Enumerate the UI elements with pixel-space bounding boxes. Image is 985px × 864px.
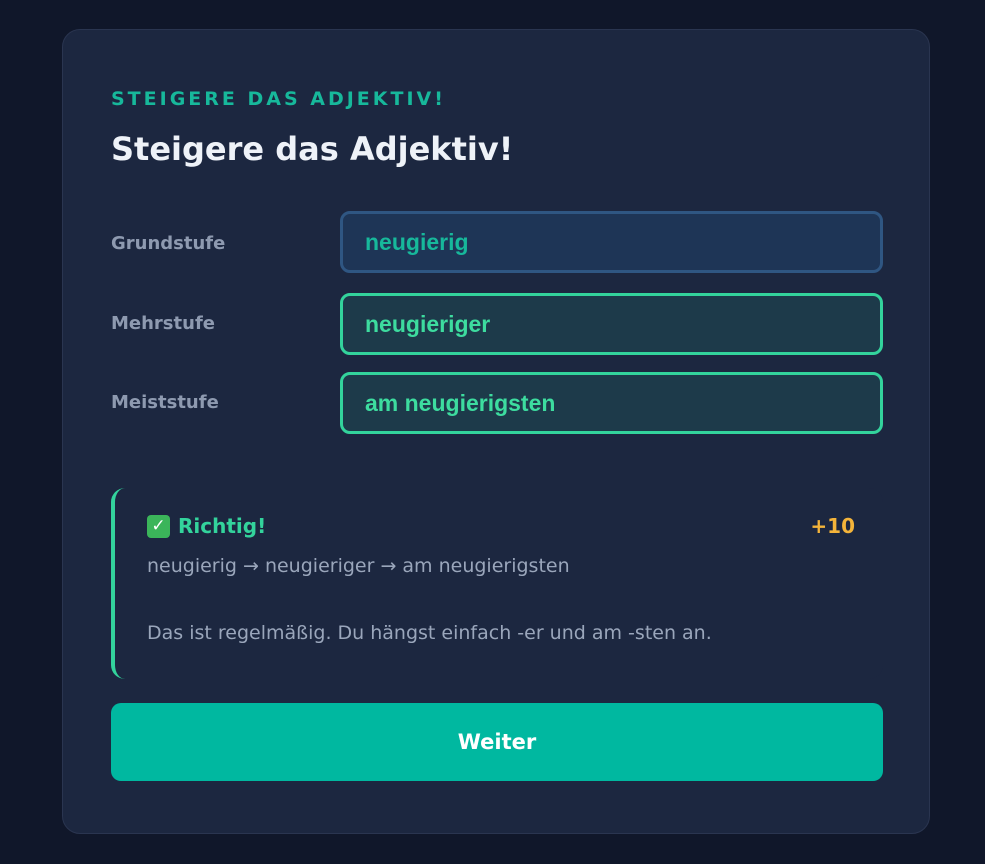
exercise-eyebrow: STEIGERE DAS ADJEKTIV! [111, 88, 446, 110]
meiststufe-input[interactable]: am neugierigsten [340, 372, 883, 434]
mehrstufe-label: Mehrstufe [111, 313, 215, 334]
exercise-title: Steigere das Adjektiv! [111, 130, 514, 168]
feedback-chain: neugierig → neugieriger → am neugierigst… [147, 555, 570, 577]
feedback-explanation: Das ist regelmäßig. Du hängst einfach -e… [147, 622, 712, 644]
points-badge: +10 [810, 514, 855, 538]
mehrstufe-input[interactable]: neugieriger [340, 293, 883, 355]
feedback-header: ✓ Richtig! [147, 514, 266, 538]
exercise-card: STEIGERE DAS ADJEKTIV! Steigere das Adje… [62, 29, 930, 834]
meiststufe-label: Meiststufe [111, 392, 219, 413]
next-button[interactable]: Weiter [111, 703, 883, 781]
feedback-title: Richtig! [178, 514, 267, 538]
grundstufe-field: neugierig [340, 211, 883, 273]
feedback-box: ✓ Richtig! +10 neugierig → neugieriger →… [111, 488, 883, 679]
check-icon: ✓ [147, 514, 170, 538]
grundstufe-label: Grundstufe [111, 233, 226, 254]
